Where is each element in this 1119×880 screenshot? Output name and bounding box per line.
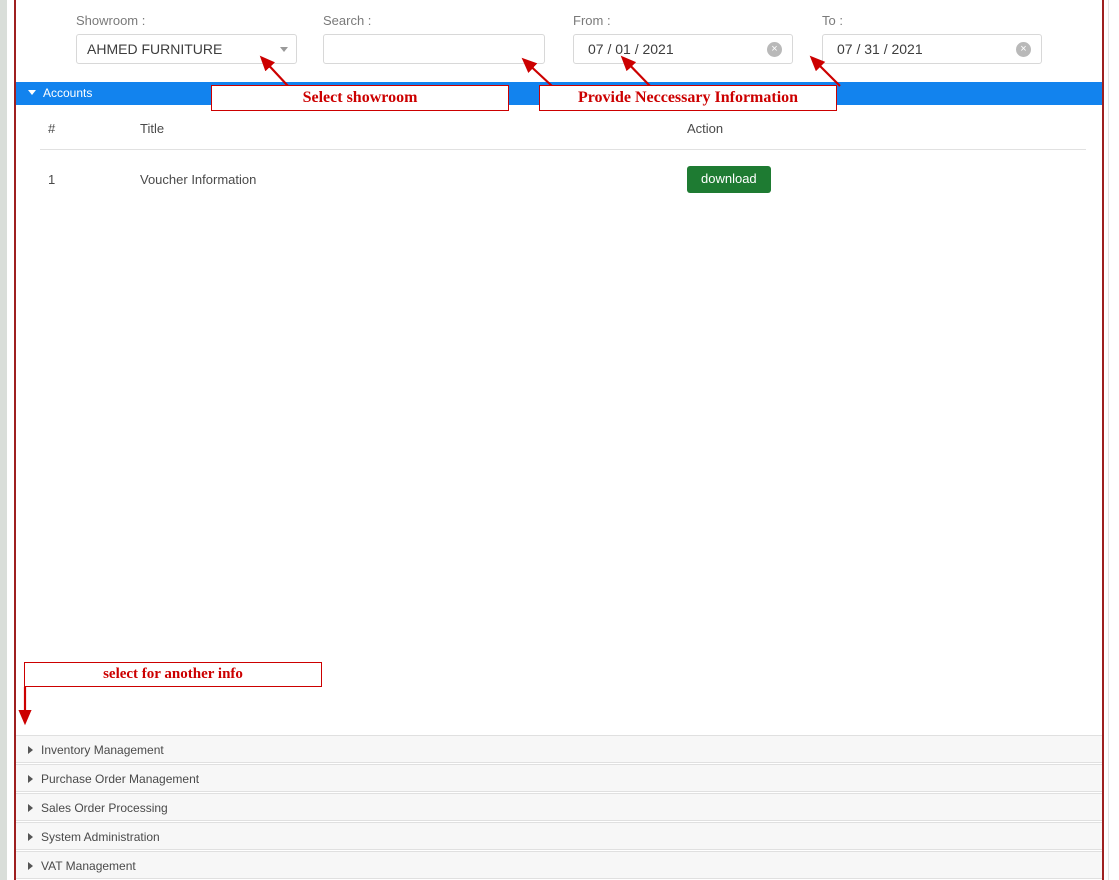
annotation-select-another-info: select for another info	[24, 662, 322, 687]
accordion-header-sales-order-processing[interactable]: Sales Order Processing	[16, 793, 1102, 821]
row-action-cell: download	[687, 150, 1086, 193]
table-header-row: # Title Action	[40, 121, 1086, 150]
accordion-header-system-administration[interactable]: System Administration	[16, 822, 1102, 850]
accordion-header-vat-management[interactable]: VAT Management	[16, 851, 1102, 879]
to-label: To :	[822, 13, 843, 28]
to-clear-icon[interactable]: ×	[1016, 42, 1031, 57]
row-title: Voucher Information	[140, 172, 257, 187]
accordion-header-accounts-label: Accounts	[43, 86, 93, 100]
caret-right-icon	[28, 861, 33, 870]
from-label: From :	[573, 13, 611, 28]
caret-down-icon	[28, 90, 36, 96]
search-input[interactable]	[323, 34, 545, 64]
to-field-group: To : 07 / 31 / 2021 ×	[822, 14, 1042, 64]
annotation-provide-info: Provide Neccessary Information	[539, 85, 837, 111]
caret-right-icon	[28, 745, 33, 754]
accordion-label: Inventory Management	[41, 743, 164, 757]
accordion-collapsed-list: Inventory Management Purchase Order Mana…	[16, 735, 1102, 880]
to-date-value: 07 / 31 / 2021	[837, 41, 923, 57]
column-header-action: Action	[687, 121, 1086, 150]
accordion-label: VAT Management	[41, 859, 136, 873]
accordion-label: System Administration	[41, 830, 160, 844]
column-header-num: #	[40, 121, 140, 150]
from-field-group: From : 07 / 01 / 2021 ×	[573, 14, 793, 64]
caret-right-icon	[28, 832, 33, 841]
showroom-label: Showroom :	[76, 13, 146, 28]
accordion-panel-accounts-body: # Title Action 1 Voucher Information dow…	[16, 105, 1102, 733]
accordion-header-inventory-management[interactable]: Inventory Management	[16, 735, 1102, 763]
page-right-gutter	[1108, 0, 1119, 880]
download-button[interactable]: download	[687, 166, 771, 193]
showroom-selected-value: AHMED FURNITURE	[87, 41, 223, 57]
from-date-input[interactable]: 07 / 01 / 2021 ×	[573, 34, 793, 64]
showroom-field-group: Showroom : AHMED FURNITURE	[76, 14, 297, 64]
annotation-select-showroom: Select showroom	[211, 85, 509, 111]
reports-table-head: # Title Action	[40, 121, 1086, 150]
from-date-value: 07 / 01 / 2021	[588, 41, 674, 57]
caret-right-icon	[28, 774, 33, 783]
row-num: 1	[48, 172, 56, 187]
filter-bar: Showroom : AHMED FURNITURE Search : From…	[16, 0, 1102, 82]
showroom-select[interactable]: AHMED FURNITURE	[76, 34, 297, 64]
search-label: Search :	[323, 13, 372, 28]
reports-table-body: 1 Voucher Information download	[40, 150, 1086, 193]
to-date-input[interactable]: 07 / 31 / 2021 ×	[822, 34, 1042, 64]
page-left-edge-strip	[0, 0, 7, 880]
table-row: 1 Voucher Information download	[40, 150, 1086, 193]
search-field-group: Search :	[323, 14, 545, 64]
column-header-title: Title	[140, 121, 687, 150]
accordion-label: Sales Order Processing	[41, 801, 168, 815]
caret-right-icon	[28, 803, 33, 812]
reports-table: # Title Action 1 Voucher Information dow…	[40, 121, 1086, 193]
accordion-label: Purchase Order Management	[41, 772, 200, 786]
accordion-header-purchase-order-management[interactable]: Purchase Order Management	[16, 764, 1102, 792]
from-clear-icon[interactable]: ×	[767, 42, 782, 57]
chevron-down-icon	[280, 47, 288, 52]
